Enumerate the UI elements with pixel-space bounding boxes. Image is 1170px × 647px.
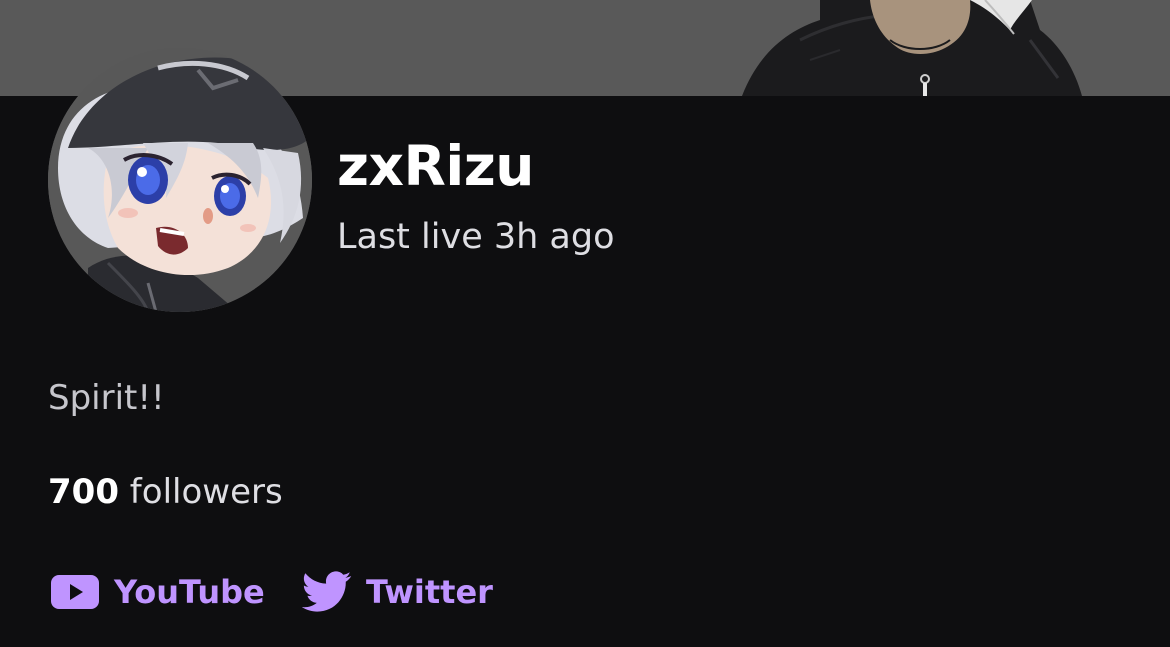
follower-count-label: followers xyxy=(129,472,283,512)
twitter-icon xyxy=(302,570,352,614)
last-live-status: Last live 3h ago xyxy=(337,217,615,257)
follower-count: 700 followers xyxy=(48,468,283,516)
channel-name: zxRizu xyxy=(337,134,534,198)
twitter-link[interactable]: Twitter xyxy=(302,566,493,618)
banner-character-art xyxy=(742,0,1082,96)
channel-bio: Spirit!! xyxy=(48,378,165,418)
youtube-link[interactable]: YouTube xyxy=(50,566,265,618)
channel-avatar[interactable] xyxy=(48,48,312,312)
twitter-link-label: Twitter xyxy=(366,573,493,611)
follower-count-number: 700 xyxy=(48,472,119,512)
avatar-character-art xyxy=(48,48,312,312)
youtube-link-label: YouTube xyxy=(114,573,265,611)
youtube-icon xyxy=(50,574,100,610)
